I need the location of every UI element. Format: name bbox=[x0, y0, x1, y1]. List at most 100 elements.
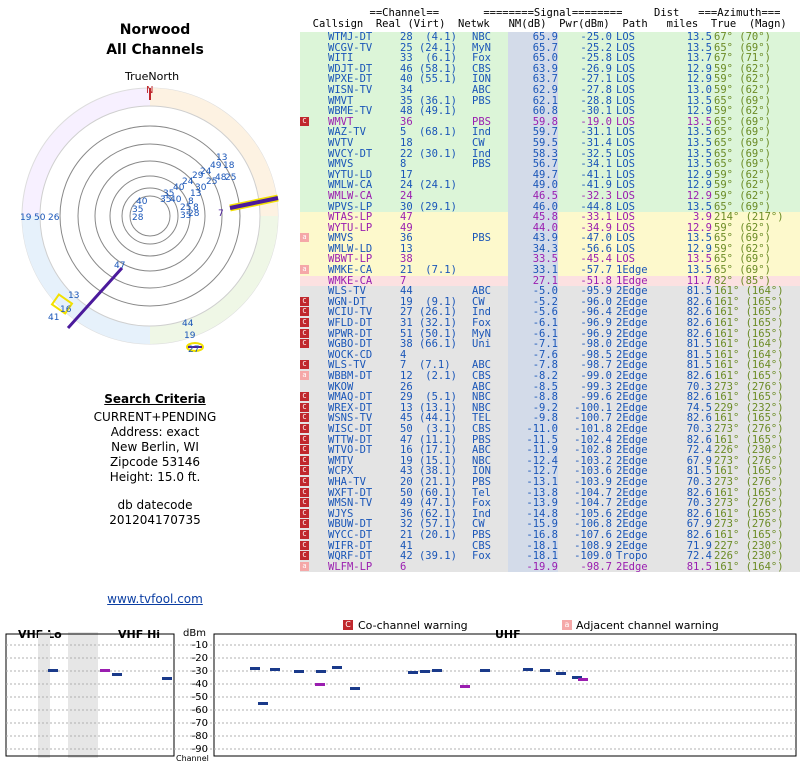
db-datecode-value: 201204170735 bbox=[109, 513, 201, 527]
warning-badge: C bbox=[300, 551, 309, 561]
cell-path: 2Edge bbox=[616, 528, 648, 541]
cell-path: LOS bbox=[616, 83, 635, 96]
table-row[interactable]: C WYCC-DT 21 (20.1) PBS -16.8 -107.6 2Edge 82.6… bbox=[300, 530, 800, 541]
cell-path: 2Edge bbox=[616, 560, 648, 573]
svg-text:27: 27 bbox=[188, 345, 199, 355]
cell-real: 24 bbox=[400, 189, 413, 202]
warning-badge: C bbox=[300, 498, 309, 508]
warning-badge: C bbox=[300, 392, 309, 402]
cell-az: 161° (164°) bbox=[714, 560, 784, 573]
warning-badge: a bbox=[300, 265, 309, 275]
report-subtitle: All Channels bbox=[106, 42, 204, 58]
cell-real: 42 (39.1) bbox=[400, 550, 457, 563]
cell-net: NBC bbox=[472, 31, 491, 43]
warning-badge: C bbox=[300, 487, 309, 497]
cell-nm: -19.9 bbox=[508, 562, 558, 573]
cell-az: 59° (62°) bbox=[714, 189, 771, 202]
cell-cs: WBBM-DT bbox=[328, 370, 373, 382]
svg-text:-70: -70 bbox=[192, 718, 208, 729]
svg-text:29: 29 bbox=[192, 171, 204, 181]
tvfool-link[interactable]: www.tvfool.com bbox=[107, 592, 203, 606]
table-row[interactable]: WISN-TV 34 ABC 62.9 -27.8 LOS 13.0 59° (62°) bbox=[300, 85, 800, 96]
cell-net: PBS bbox=[472, 475, 491, 488]
cell-dist: 13.5 bbox=[686, 136, 712, 149]
svg-text:40: 40 bbox=[136, 197, 148, 207]
svg-text:50: 50 bbox=[34, 213, 46, 223]
svg-text:-40: -40 bbox=[192, 679, 208, 690]
cell-cs: WHA-TV bbox=[328, 475, 366, 488]
warning-badge: C bbox=[300, 116, 309, 126]
warning-badge: C bbox=[300, 402, 309, 412]
cell-path: LOS bbox=[616, 31, 635, 43]
svg-text:35: 35 bbox=[180, 211, 191, 221]
cell-net: PBS bbox=[472, 232, 491, 245]
cell-net: PBS bbox=[472, 528, 491, 541]
svg-text:25: 25 bbox=[225, 173, 236, 183]
warning-badge: C bbox=[300, 434, 309, 444]
cell-nm: 59.5 bbox=[508, 138, 558, 149]
warning-badge: C bbox=[300, 307, 309, 317]
cell-real: 21 (20.1) bbox=[400, 528, 457, 541]
cell-az: 273° (276°) bbox=[714, 422, 784, 435]
cell-az: 161° (165°) bbox=[714, 370, 784, 382]
cell-dist: 82.6 bbox=[686, 370, 712, 382]
table-row[interactable]: WMLW-CA 24 46.5 -32.3 LOS 12.9 59° (62°) bbox=[300, 191, 800, 202]
svg-text:41: 41 bbox=[48, 313, 59, 323]
table-row[interactable]: WTMJ-DT 28 (4.1) NBC 65.9 -25.0 LOS 13.5 67° (7… bbox=[300, 32, 800, 43]
cell-cs: WISN-TV bbox=[328, 83, 373, 96]
svg-text:35: 35 bbox=[160, 195, 171, 205]
cell-cs: WLFM-LP bbox=[328, 560, 373, 573]
cell-pwr: -101.8 bbox=[574, 422, 612, 435]
cell-path: 2Edge bbox=[616, 475, 648, 488]
cell-pwr: -27.8 bbox=[580, 83, 612, 96]
cell-path: 2Edge bbox=[616, 422, 648, 435]
report-title: Norwood bbox=[119, 22, 191, 38]
svg-text:13: 13 bbox=[68, 291, 79, 301]
cell-pwr: -107.6 bbox=[574, 528, 612, 541]
warning-badge: C bbox=[300, 476, 309, 486]
cell-pwr: -32.3 bbox=[580, 189, 612, 202]
cell-cs: WISC-DT bbox=[328, 422, 373, 435]
warning-badge: C bbox=[300, 318, 309, 328]
cell-cs: WYCC-DT bbox=[328, 528, 373, 541]
cell-pwr: -98.7 bbox=[580, 560, 612, 573]
cell-cs: WMLW-CA bbox=[328, 189, 373, 202]
svg-text:47: 47 bbox=[114, 261, 125, 271]
cell-dist: 82.6 bbox=[686, 528, 712, 541]
cell-nm: -11.0 bbox=[508, 424, 558, 435]
table-row[interactable]: a WLFM-LP 6 -19.9 -98.7 2Edge 81.5 161° (164°) bbox=[300, 562, 800, 573]
table-row[interactable]: a WBBM-DT 12 (2.1) CBS -8.2 -99.0 2Edge 82.6 161… bbox=[300, 371, 800, 382]
svg-text:-80: -80 bbox=[192, 731, 208, 742]
cell-cs: WVTV bbox=[328, 136, 354, 149]
svg-text:-60: -60 bbox=[192, 705, 208, 716]
cell-dist: 81.5 bbox=[686, 560, 712, 573]
cell-nm: -8.2 bbox=[508, 371, 558, 382]
svg-text:18: 18 bbox=[223, 161, 235, 171]
table-row[interactable]: C WHA-TV 20 (21.1) PBS -13.1 -103.9 2Edge 70.3 2… bbox=[300, 477, 800, 488]
svg-text:7: 7 bbox=[218, 209, 224, 219]
cell-real: 12 (2.1) bbox=[400, 370, 457, 382]
table-row[interactable]: C WISC-DT 50 (3.1) CBS -11.0 -101.8 2Edge 70.3 2… bbox=[300, 424, 800, 435]
warning-badge: C bbox=[300, 466, 309, 476]
cell-net: PBS bbox=[472, 94, 491, 107]
cell-net: CBS bbox=[472, 422, 491, 435]
spectrum-plot: -10 -20 -30 -40 -50 -60 -70 -80 -90 bbox=[5, 632, 797, 758]
warning-badge: a bbox=[300, 233, 309, 243]
warning-badge: C bbox=[300, 423, 309, 433]
warning-badge: C bbox=[300, 519, 309, 529]
warning-badge: C bbox=[300, 339, 309, 349]
cell-net: CBS bbox=[472, 370, 491, 382]
cell-dist: 70.3 bbox=[686, 475, 712, 488]
warning-badge: a bbox=[300, 371, 309, 380]
criteria-line: New Berlin, WI bbox=[111, 440, 199, 454]
cell-az: 65° (69°) bbox=[714, 136, 771, 149]
cell-nm: 62.9 bbox=[508, 85, 558, 96]
criteria-line: Height: 15.0 ft. bbox=[109, 470, 201, 484]
cell-net: CW bbox=[472, 136, 485, 149]
svg-text:-90: -90 bbox=[192, 744, 208, 755]
table-row[interactable]: WVTV 18 CW 59.5 -31.4 LOS 13.5 65° (69°) bbox=[300, 138, 800, 149]
svg-text:40: 40 bbox=[173, 183, 185, 193]
cell-pwr: -103.9 bbox=[574, 475, 612, 488]
cell-pwr: -31.4 bbox=[580, 136, 612, 149]
cell-path: LOS bbox=[616, 189, 635, 202]
